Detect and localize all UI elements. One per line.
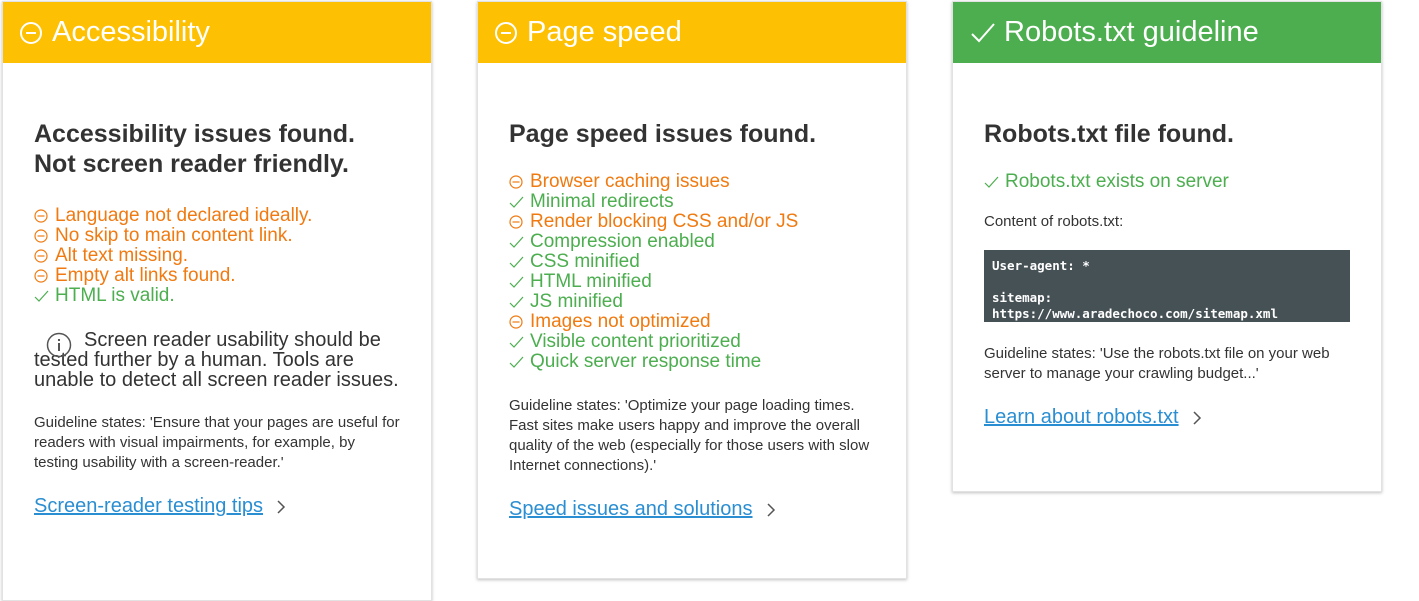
screen-reader-note: Screen reader usability should be tested… xyxy=(34,330,400,390)
check-item-text: Compression enabled xyxy=(530,231,715,252)
check-icon xyxy=(509,355,525,369)
minus-circle-icon xyxy=(509,215,525,229)
learn-robots-link-text: Learn about robots.txt xyxy=(984,406,1179,428)
check-icon xyxy=(509,235,525,249)
minus-circle-icon xyxy=(509,315,525,329)
check-item-text: JS minified xyxy=(530,291,623,312)
check-item: Render blocking CSS and/or JS xyxy=(509,212,875,232)
robots-guideline: Guideline states: 'Use the robots.txt fi… xyxy=(984,345,1330,382)
check-item-text: Render blocking CSS and/or JS xyxy=(530,211,799,232)
check-item: Quick server response time xyxy=(509,352,875,372)
check-item: Compression enabled xyxy=(509,232,875,252)
accessibility-card: Accessibility Accessibility issues found… xyxy=(2,1,432,601)
chevron-right-icon xyxy=(277,499,286,514)
check-item-text: No skip to main content link. xyxy=(55,225,293,246)
learn-robots-link[interactable]: Learn about robots.txt xyxy=(984,406,1203,429)
check-item-text: Browser caching issues xyxy=(530,171,730,192)
check-icon xyxy=(971,22,995,42)
minus-circle-icon xyxy=(34,209,50,223)
check-item-text: Language not declared ideally. xyxy=(55,205,313,226)
accessibility-header: Accessibility xyxy=(3,2,431,63)
robots-body: Robots.txt file found. Robots.txt exists… xyxy=(953,119,1381,429)
check-item-text: Robots.txt exists on server xyxy=(1005,171,1229,192)
pagespeed-issues-title: Page speed issues found. xyxy=(509,120,817,148)
accessibility-guideline: Guideline states: 'Ensure that your page… xyxy=(34,414,400,471)
check-item-text: Alt text missing. xyxy=(55,245,189,266)
robots-issues-title: Robots.txt file found. xyxy=(984,120,1234,148)
check-icon xyxy=(509,255,525,269)
screen-reader-tips-link-text: Screen-reader testing tips xyxy=(34,495,264,517)
accessibility-title-line2: Not screen reader friendly. xyxy=(34,150,349,178)
check-icon xyxy=(509,295,525,309)
accessibility-title-line1: Accessibility issues found. xyxy=(34,120,355,148)
minus-circle-icon xyxy=(34,229,50,243)
check-icon xyxy=(509,195,525,209)
minus-circle-icon xyxy=(20,21,42,44)
check-item: Empty alt links found. xyxy=(34,266,400,286)
check-icon xyxy=(509,335,525,349)
robots-code-block: User-agent: * sitemap: https://www.arade… xyxy=(984,250,1350,322)
robots-check-list: Robots.txt exists on server xyxy=(984,172,1350,192)
speed-issues-link-text: Speed issues and solutions xyxy=(509,498,753,520)
check-item: HTML is valid. xyxy=(34,286,400,306)
check-item-text: Empty alt links found. xyxy=(55,265,236,286)
check-item: Robots.txt exists on server xyxy=(984,172,1350,192)
accessibility-check-list: Language not declared ideally. No skip to… xyxy=(34,206,400,306)
minus-circle-icon xyxy=(34,269,50,283)
check-item-text: Minimal redirects xyxy=(530,191,674,212)
minus-circle-icon xyxy=(34,249,50,263)
minus-circle-icon xyxy=(509,175,525,189)
accessibility-issues-title: Accessibility issues found. Not screen r… xyxy=(34,119,400,179)
check-icon xyxy=(984,175,1000,189)
pagespeed-body: Page speed issues found. Browser caching… xyxy=(478,119,906,521)
check-item-text: HTML minified xyxy=(530,271,652,292)
chevron-right-icon xyxy=(1193,410,1201,425)
check-item: HTML minified xyxy=(509,272,875,292)
check-item: CSS minified xyxy=(509,252,875,272)
pagespeed-header-title: Page speed xyxy=(527,16,682,48)
screen-reader-tips-link[interactable]: Screen-reader testing tips xyxy=(34,495,287,518)
check-item-text: HTML is valid. xyxy=(55,285,175,306)
check-item-text: Visible content prioritized xyxy=(530,331,741,352)
pagespeed-guideline: Guideline states: 'Optimize your page lo… xyxy=(509,397,870,474)
robots-content-label: Content of robots.txt: xyxy=(984,213,1124,230)
check-item: Browser caching issues xyxy=(509,172,875,192)
check-item-text: Images not optimized xyxy=(530,311,711,332)
minus-circle-icon xyxy=(495,21,517,44)
robots-header-title: Robots.txt guideline xyxy=(1004,16,1259,48)
info-icon xyxy=(46,332,72,358)
check-item: JS minified xyxy=(509,292,875,312)
check-item: Images not optimized xyxy=(509,312,875,332)
robots-card: Robots.txt guideline Robots.txt file fou… xyxy=(952,1,1382,492)
screen-reader-note-text: Screen reader usability should be tested… xyxy=(34,329,399,391)
check-item-text: Quick server response time xyxy=(530,351,762,372)
chevron-right-icon xyxy=(766,502,775,517)
speed-issues-link[interactable]: Speed issues and solutions xyxy=(509,498,777,521)
accessibility-body: Accessibility issues found. Not screen r… xyxy=(3,119,431,518)
check-item: Minimal redirects xyxy=(509,192,875,212)
check-item: Alt text missing. xyxy=(34,246,400,266)
accessibility-header-title: Accessibility xyxy=(52,16,210,48)
pagespeed-check-list: Browser caching issues Minimal redirects R… xyxy=(509,172,875,372)
robots-header: Robots.txt guideline xyxy=(953,2,1381,63)
check-icon xyxy=(34,289,50,303)
check-item: Language not declared ideally. xyxy=(34,206,400,226)
check-item: No skip to main content link. xyxy=(34,226,400,246)
pagespeed-header: Page speed xyxy=(478,2,906,63)
pagespeed-card: Page speed Page speed issues found. Brow… xyxy=(477,1,907,579)
check-item-text: CSS minified xyxy=(530,251,640,272)
check-icon xyxy=(509,275,525,289)
check-item: Visible content prioritized xyxy=(509,332,875,352)
